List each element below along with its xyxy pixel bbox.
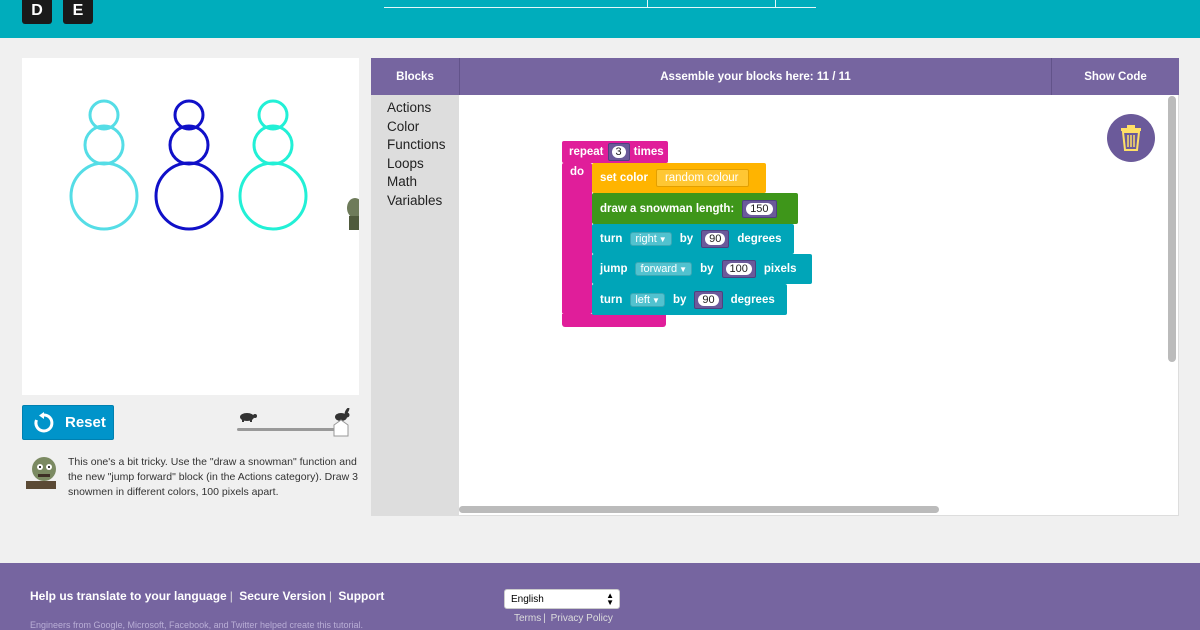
top-bar: D E (0, 0, 1200, 38)
snowman-3 (238, 99, 308, 231)
chevron-down-icon: ▼ (658, 235, 667, 244)
instructions-text: This one's a bit tricky. Use the "draw a… (68, 456, 358, 498)
turn-label: turn (600, 293, 623, 306)
snowman-middle (252, 124, 294, 166)
repeat-block-body[interactable] (562, 163, 592, 314)
set-color-label: set color (600, 172, 648, 184)
header-progress-line (384, 7, 816, 8)
secure-version-link[interactable]: Secure Version (239, 589, 326, 603)
random-colour-value[interactable]: random colour (655, 169, 750, 187)
repeat-count-field[interactable]: 3 (607, 143, 630, 161)
workspace-header: Blocks Assemble your blocks here: 11 / 1… (371, 58, 1179, 95)
toolbox-category-math[interactable]: Math (387, 173, 459, 192)
jump-label: jump (600, 263, 628, 275)
snowman-middle (83, 124, 125, 166)
logo-letter-e[interactable]: E (63, 0, 93, 24)
repeat-label: repeat (569, 146, 604, 158)
select-arrows-icon: ▲ ▼ (606, 591, 614, 607)
snowmen-drawing (69, 99, 359, 231)
snowman-base (154, 161, 224, 231)
instructions-panel: This one's a bit tricky. Use the "draw a… (22, 455, 362, 520)
turn-left-block[interactable]: turn left ▼ by 90 degrees (592, 284, 787, 315)
footer-links: Help us translate to your language | Secu… (30, 589, 385, 603)
terms-link[interactable]: Terms (514, 613, 541, 624)
language-select[interactable]: English ▲ ▼ (504, 589, 620, 609)
header-divider (775, 0, 776, 8)
chevron-down-icon: ▼ (652, 295, 660, 305)
draw-snowman-block[interactable]: draw a snowman length: 150 (592, 193, 798, 224)
rabbit-icon (335, 407, 350, 421)
turn-direction-dropdown[interactable]: left ▼ (630, 292, 665, 307)
jump-direction-dropdown[interactable]: forward ▼ (635, 262, 693, 276)
draw-snowman-label: draw a snowman length: (600, 202, 735, 215)
toolbox-category-actions[interactable]: Actions (387, 99, 459, 118)
toolbox-category-color[interactable]: Color (387, 118, 459, 137)
zombie-avatar-icon (26, 457, 56, 489)
snowman-base (238, 161, 308, 231)
jump-forward-block[interactable]: jump forward ▼ by 100 pixels (592, 254, 812, 284)
reset-button[interactable]: Reset (22, 405, 114, 440)
blocks-header: Blocks (396, 70, 434, 83)
chevron-down-icon: ▼ (679, 265, 688, 274)
snowman-2 (154, 99, 224, 231)
snowman-middle (168, 124, 210, 166)
turn-amount-field[interactable]: 90 (701, 230, 730, 248)
snowman-length-field[interactable]: 150 (742, 199, 777, 218)
reset-icon (34, 411, 54, 432)
by-label: by (679, 233, 694, 245)
language-value: English (511, 593, 544, 605)
privacy-link[interactable]: Privacy Policy (551, 613, 613, 624)
set-color-block[interactable]: set color random colour (592, 163, 766, 193)
do-label: do (570, 166, 585, 178)
terms-links: Terms | Privacy Policy (514, 613, 613, 624)
slider-thumb[interactable] (333, 419, 349, 437)
show-code-button[interactable]: Show Code (1052, 58, 1179, 95)
credits-text: Engineers from Google, Microsoft, Facebo… (30, 620, 363, 630)
zombie-avatar-icon (347, 198, 359, 230)
translate-link[interactable]: Help us translate to your language (30, 589, 227, 603)
pixels-label: pixels (763, 263, 797, 275)
jump-amount-field[interactable]: 100 (721, 260, 756, 278)
toolbox-category-variables[interactable]: Variables (387, 192, 459, 211)
logo-letter-d[interactable]: D (22, 0, 52, 24)
repeat-block-bottom[interactable] (562, 314, 666, 327)
speed-slider[interactable] (232, 407, 357, 440)
toolbox: Actions Color Functions Loops Math Varia… (371, 95, 459, 516)
horizontal-scrollbar[interactable] (459, 506, 939, 513)
by-label: by (672, 293, 687, 306)
toolbox-category-functions[interactable]: Functions (387, 136, 459, 155)
degrees-label: degrees (737, 233, 782, 245)
snowman-1 (69, 99, 139, 231)
toolbox-category-loops[interactable]: Loops (387, 155, 459, 174)
slider-track (237, 428, 345, 431)
degrees-label: degrees (730, 293, 775, 306)
trash-icon[interactable] (1107, 114, 1155, 162)
turn-amount-field[interactable]: 90 (694, 290, 723, 309)
header-divider (647, 0, 648, 8)
turn-direction-dropdown[interactable]: right ▼ (630, 232, 672, 246)
support-link[interactable]: Support (338, 589, 384, 603)
assemble-header: Assemble your blocks here: 11 / 11 (660, 70, 851, 83)
repeat-block[interactable]: repeat 3 times (562, 141, 668, 163)
drawing-canvas (22, 58, 359, 395)
vertical-scrollbar[interactable] (1168, 96, 1176, 362)
turn-right-block[interactable]: turn right ▼ by 90 degrees (592, 224, 794, 254)
by-label: by (700, 263, 714, 275)
reset-label: Reset (65, 414, 106, 431)
turtle-icon (240, 413, 257, 422)
turn-label: turn (600, 233, 623, 245)
snowman-base (69, 161, 139, 231)
times-label: times (633, 146, 664, 158)
